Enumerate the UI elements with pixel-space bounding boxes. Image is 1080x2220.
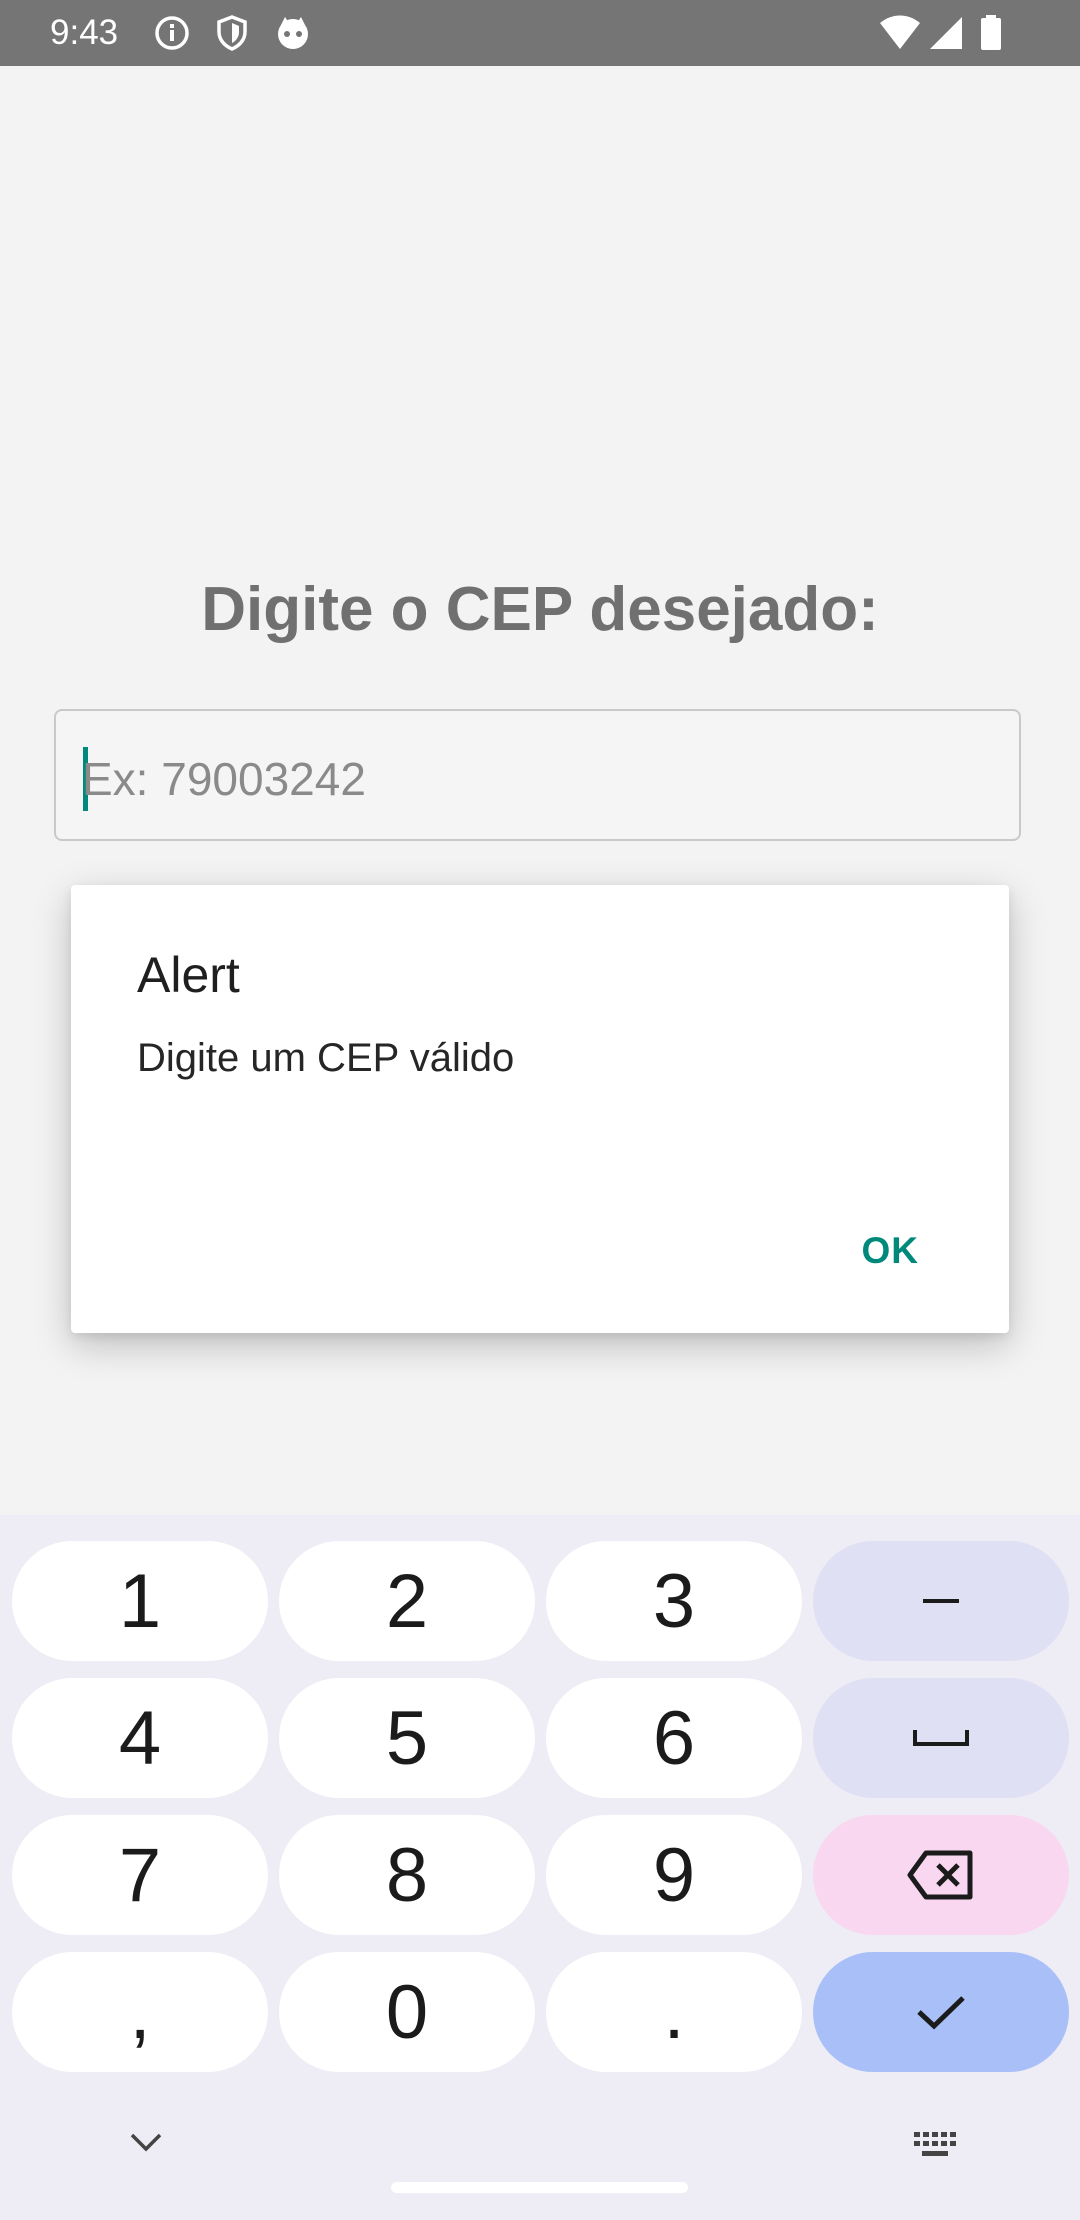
backspace-icon bbox=[907, 1850, 973, 1900]
key-6[interactable]: 6 bbox=[546, 1678, 802, 1798]
key-comma[interactable]: , bbox=[12, 1952, 268, 2072]
key-0[interactable]: 0 bbox=[279, 1952, 535, 2072]
status-bar: 9:43 bbox=[0, 0, 1080, 66]
minus-icon bbox=[923, 1599, 959, 1603]
key-3[interactable]: 3 bbox=[546, 1541, 802, 1661]
key-4[interactable]: 4 bbox=[12, 1678, 268, 1798]
cep-input[interactable]: Ex: 79003242 bbox=[54, 709, 1021, 841]
key-8[interactable]: 8 bbox=[279, 1815, 535, 1935]
key-backspace[interactable] bbox=[813, 1815, 1069, 1935]
wifi-icon bbox=[880, 15, 920, 49]
key-minus[interactable] bbox=[813, 1541, 1069, 1661]
key-9[interactable]: 9 bbox=[546, 1815, 802, 1935]
cellular-icon bbox=[930, 17, 962, 49]
checkmark-icon bbox=[917, 1996, 965, 2030]
dialog-title: Alert bbox=[137, 947, 240, 1003]
key-2[interactable]: 2 bbox=[279, 1541, 535, 1661]
ok-button[interactable]: OK bbox=[862, 1227, 920, 1275]
key-7[interactable]: 7 bbox=[12, 1815, 268, 1935]
space-icon bbox=[913, 1730, 969, 1746]
key-period[interactable]: . bbox=[546, 1952, 802, 2072]
key-5[interactable]: 5 bbox=[279, 1678, 535, 1798]
key-space[interactable] bbox=[813, 1678, 1069, 1798]
info-icon bbox=[155, 16, 189, 50]
cep-prompt-heading: Digite o CEP desejado: bbox=[201, 575, 879, 644]
shield-icon bbox=[217, 15, 247, 51]
home-indicator[interactable] bbox=[391, 2182, 688, 2193]
key-1[interactable]: 1 bbox=[12, 1541, 268, 1661]
status-time: 9:43 bbox=[50, 13, 119, 52]
cep-input-placeholder: Ex: 79003242 bbox=[82, 753, 366, 805]
alert-dialog: Alert Digite um CEP válido OK bbox=[71, 885, 1009, 1333]
key-enter[interactable] bbox=[813, 1952, 1069, 2072]
dialog-message: Digite um CEP válido bbox=[137, 1036, 515, 1080]
chevron-down-icon[interactable] bbox=[128, 2130, 164, 2154]
notification-face-icon bbox=[278, 17, 308, 49]
battery-icon bbox=[981, 15, 1001, 50]
keyboard-icon[interactable] bbox=[912, 2130, 958, 2162]
